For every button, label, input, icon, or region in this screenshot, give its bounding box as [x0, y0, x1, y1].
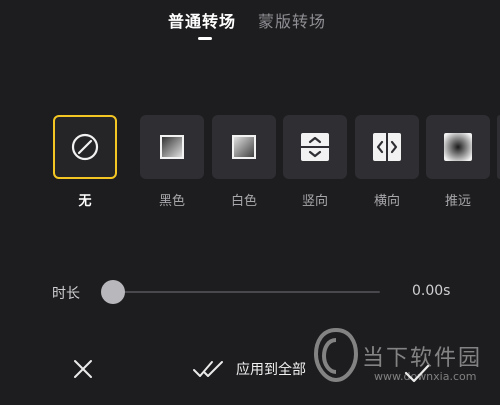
transition-tile	[212, 115, 276, 179]
duration-label: 时长	[52, 286, 80, 302]
transition-black[interactable]: 黑色	[140, 115, 204, 209]
transition-tile	[140, 115, 204, 179]
duration-slider-thumb[interactable]	[101, 280, 125, 304]
none-icon	[71, 133, 99, 161]
transition-label: 推远	[444, 194, 471, 209]
transition-tabs: 普通转场 蒙版转场	[0, 8, 500, 44]
transition-tile	[355, 115, 419, 179]
transition-tile	[426, 115, 490, 179]
active-tab-indicator	[198, 37, 212, 40]
transition-label: 白色	[230, 194, 257, 209]
transition-label: 黑色	[158, 194, 185, 209]
bottom-action-bar: 应用到全部	[0, 350, 500, 390]
apply-to-all-label: 应用到全部	[236, 362, 306, 378]
transition-horizontal[interactable]: 横向	[355, 115, 419, 209]
duration-value: 0.00s	[412, 283, 451, 299]
white-fade-icon	[232, 135, 256, 159]
transition-vertical[interactable]: 竖向	[283, 115, 347, 209]
transition-push-out[interactable]: 推远	[426, 115, 490, 209]
horizontal-icon	[373, 133, 401, 161]
vertical-icon	[301, 133, 329, 161]
transition-white[interactable]: 白色	[212, 115, 276, 209]
double-check-icon	[193, 361, 223, 377]
transition-label: 竖向	[301, 194, 328, 209]
duration-track[interactable]	[110, 291, 380, 293]
black-fade-icon	[160, 135, 184, 159]
tab-mask-transition[interactable]: 蒙版转场	[258, 8, 326, 32]
transition-tile	[283, 115, 347, 179]
transition-label: 无	[78, 194, 92, 209]
transition-none[interactable]: 无	[53, 115, 117, 209]
push-out-icon	[444, 133, 472, 161]
apply-to-all-button[interactable]: 应用到全部	[192, 356, 306, 382]
transition-label: 横向	[373, 194, 400, 209]
transition-list: 无 黑色 白色 竖向 横向 推远	[0, 115, 500, 215]
transition-tile	[53, 115, 117, 179]
tab-normal-transition[interactable]: 普通转场	[168, 8, 236, 32]
duration-slider-row: 时长 0.00s	[0, 279, 500, 307]
close-icon[interactable]	[70, 356, 96, 382]
confirm-check-icon[interactable]	[402, 360, 432, 386]
